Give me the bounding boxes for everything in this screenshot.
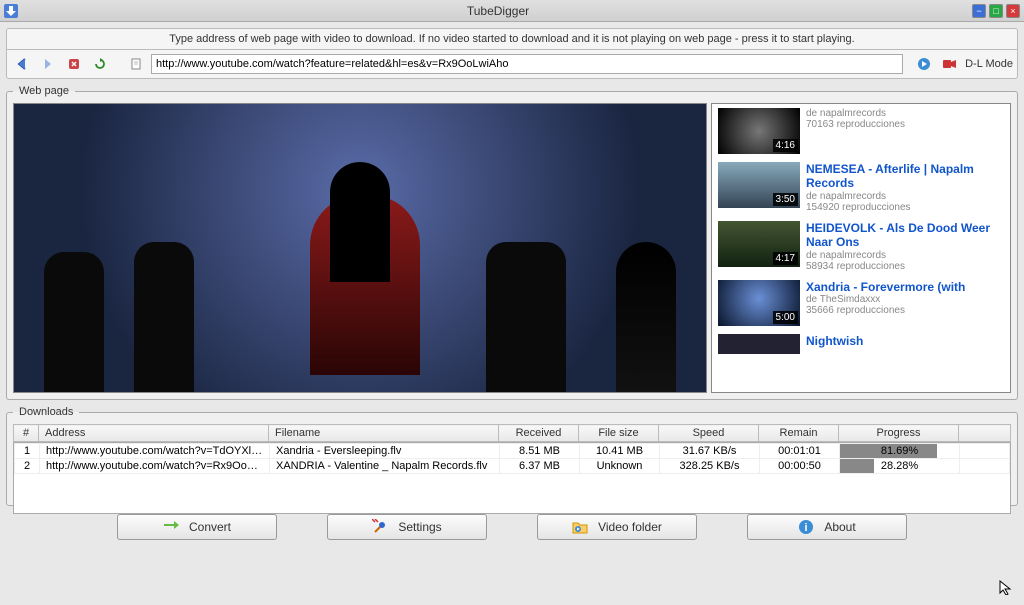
related-video-item[interactable]: 3:50 NEMESEA - Afterlife | Napalm Record… [712, 158, 1010, 217]
record-icon[interactable] [939, 54, 961, 74]
video-duration: 4:16 [773, 139, 798, 152]
related-videos-sidebar[interactable]: 4:16 de napalmrecords 70163 reproduccion… [711, 103, 1011, 393]
video-title: HEIDEVOLK - Als De Dood Weer Naar Ons [806, 221, 1004, 250]
address-input[interactable] [151, 54, 903, 74]
dl-mode-label[interactable]: D-L Mode [965, 58, 1013, 70]
bottom-button-row: Convert Settings Video folder i About [6, 506, 1018, 542]
video-duration: 4:17 [773, 252, 798, 265]
convert-label: Convert [189, 520, 231, 534]
stop-button[interactable] [63, 54, 85, 74]
convert-icon [163, 519, 179, 535]
col-received[interactable]: Received [499, 425, 579, 442]
col-speed[interactable]: Speed [659, 425, 759, 442]
downloads-legend: Downloads [13, 406, 79, 418]
video-plays: 154920 reproducciones [806, 202, 1004, 213]
minimize-button[interactable]: − [972, 4, 986, 18]
video-plays: 35666 reproducciones [806, 305, 965, 316]
settings-label: Settings [398, 520, 441, 534]
about-label: About [824, 520, 855, 534]
app-icon [4, 4, 18, 18]
video-player[interactable] [13, 103, 707, 393]
about-icon: i [798, 519, 814, 535]
video-duration: 5:00 [773, 311, 798, 324]
video-title: NEMESEA - Afterlife | Napalm Records [806, 162, 1004, 191]
video-folder-label: Video folder [598, 520, 662, 534]
go-button[interactable] [913, 54, 935, 74]
forward-button[interactable] [37, 54, 59, 74]
settings-button[interactable]: Settings [327, 514, 487, 540]
related-video-item[interactable]: 4:16 de napalmrecords 70163 reproduccion… [712, 104, 1010, 158]
related-video-item[interactable]: Nightwish [712, 330, 1010, 358]
col-filename[interactable]: Filename [269, 425, 499, 442]
video-author: de napalmrecords [806, 191, 1004, 202]
video-title: Xandria - Forevermore (with [806, 280, 965, 294]
webpage-legend: Web page [13, 85, 75, 97]
video-folder-button[interactable]: Video folder [537, 514, 697, 540]
video-title: Nightwish [806, 334, 863, 348]
video-duration: 3:50 [773, 193, 798, 206]
downloads-table: # Address Filename Received File size Sp… [13, 424, 1011, 442]
col-remain[interactable]: Remain [759, 425, 839, 442]
related-video-item[interactable]: 5:00 Xandria - Forevermore (with de TheS… [712, 276, 1010, 330]
col-num[interactable]: # [14, 425, 39, 442]
related-video-item[interactable]: 4:17 HEIDEVOLK - Als De Dood Weer Naar O… [712, 217, 1010, 276]
downloads-panel: Downloads # Address Filename Received Fi… [6, 406, 1018, 506]
cursor-icon [998, 579, 1014, 595]
col-address[interactable]: Address [39, 425, 269, 442]
back-button[interactable] [11, 54, 33, 74]
video-plays: 58934 reproducciones [806, 261, 1004, 272]
page-icon [125, 54, 147, 74]
webpage-panel: Web page 4:16 de napalmrecords 701 [6, 85, 1018, 400]
col-progress[interactable]: Progress [839, 425, 959, 442]
about-button[interactable]: i About [747, 514, 907, 540]
col-filesize[interactable]: File size [579, 425, 659, 442]
video-author: de napalmrecords [806, 250, 1004, 261]
address-toolbar: D-L Mode [6, 49, 1018, 79]
folder-icon [572, 519, 588, 535]
close-button[interactable]: × [1006, 4, 1020, 18]
refresh-button[interactable] [89, 54, 111, 74]
maximize-button[interactable]: □ [989, 4, 1003, 18]
settings-icon [372, 519, 388, 535]
video-author: de napalmrecords [806, 108, 905, 119]
hint-text: Type address of web page with video to d… [6, 28, 1018, 49]
download-row[interactable]: 1http://www.youtube.com/watch?v=TdOYXlcK… [15, 444, 1010, 459]
window-title: TubeDigger [24, 4, 972, 18]
window-titlebar: TubeDigger − □ × [0, 0, 1024, 22]
convert-button[interactable]: Convert [117, 514, 277, 540]
video-plays: 70163 reproducciones [806, 119, 905, 130]
svg-text:i: i [805, 522, 808, 534]
download-row[interactable]: 2http://www.youtube.com/watch?v=Rx9OoLwi… [15, 459, 1010, 474]
video-author: de TheSimdaxxx [806, 294, 965, 305]
